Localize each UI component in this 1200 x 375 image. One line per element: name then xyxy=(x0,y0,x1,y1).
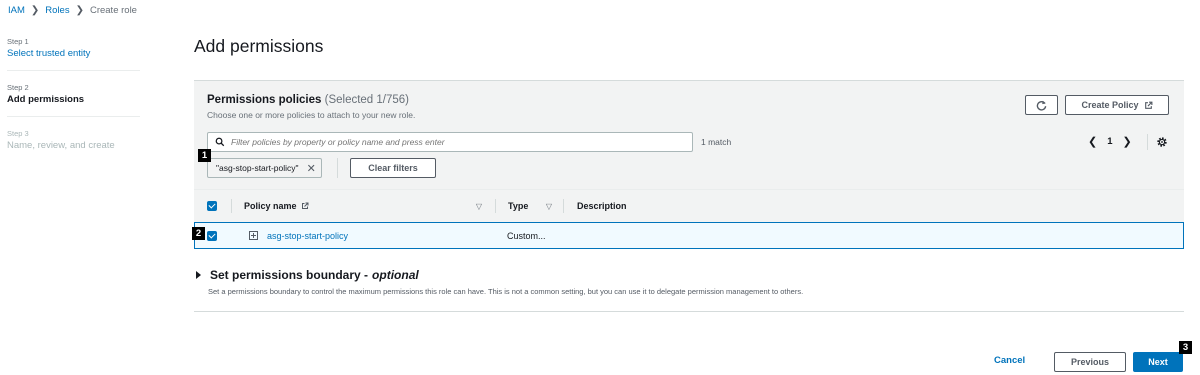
step-2: Step 2 Add permissions xyxy=(7,83,140,105)
annotation-marker-2: 2 xyxy=(192,227,205,240)
column-header-description: Description xyxy=(577,190,627,222)
page-title: Add permissions xyxy=(194,36,324,56)
step-divider xyxy=(7,116,140,117)
column-divider xyxy=(231,199,232,213)
sort-caret-icon[interactable]: ▽ xyxy=(476,202,482,211)
permissions-boundary-toggle[interactable]: Set permissions boundary - optional xyxy=(194,268,1184,282)
step-number: Step 3 xyxy=(7,129,29,138)
policy-search-box xyxy=(207,132,693,152)
panel-description: Choose one or more policies to attach to… xyxy=(207,110,416,120)
breadcrumb-current: Create role xyxy=(89,5,137,16)
column-divider xyxy=(563,199,564,213)
page-number[interactable]: 1 xyxy=(1107,136,1112,147)
previous-page-icon[interactable]: ❮ xyxy=(1088,135,1097,148)
panel-title-text: Permissions policies xyxy=(207,94,322,106)
clear-filters-button[interactable]: Clear filters xyxy=(350,158,436,178)
pager-divider xyxy=(1147,134,1148,150)
step-current-add-permissions: Add permissions xyxy=(7,94,85,105)
column-divider xyxy=(495,199,496,213)
close-icon[interactable]: ✕ xyxy=(307,162,316,175)
table-row[interactable]: asg-stop-start-policy Custom... xyxy=(194,222,1184,249)
previous-button[interactable]: Previous xyxy=(1054,352,1126,372)
section-divider xyxy=(194,311,1184,312)
boundary-optional-label: optional xyxy=(372,268,419,282)
chevron-right-icon: ❯ xyxy=(75,5,84,16)
annotation-marker-1: 1 xyxy=(198,149,211,162)
match-count: 1 match xyxy=(701,137,732,147)
expand-icon[interactable] xyxy=(249,231,258,240)
annotation-marker-3: 3 xyxy=(1179,341,1192,354)
policy-name-cell: asg-stop-start-policy xyxy=(249,223,348,248)
breadcrumb-roles[interactable]: Roles xyxy=(45,5,69,16)
filter-token: "asg-stop-start-policy" ✕ xyxy=(207,158,322,178)
next-button[interactable]: Next xyxy=(1133,352,1183,372)
step-divider xyxy=(7,70,140,71)
permissions-boundary-section: Set permissions boundary - optional Set … xyxy=(194,268,1184,296)
table-header: Policy name ▽ Type ▽ Description xyxy=(194,189,1184,221)
refresh-button[interactable] xyxy=(1025,95,1058,115)
policy-name-header-label: Policy name xyxy=(244,201,297,211)
external-link-icon xyxy=(301,202,309,209)
sort-caret-icon[interactable]: ▽ xyxy=(546,202,552,211)
step-number: Step 1 xyxy=(7,37,29,46)
policy-type-cell: Custom... xyxy=(507,230,546,241)
gear-icon[interactable] xyxy=(1156,136,1168,148)
column-header-type[interactable]: Type ▽ xyxy=(508,190,552,222)
wizard-steps: Step 1 Select trusted entity Step 2 Add … xyxy=(7,37,140,151)
next-page-icon[interactable]: ❯ xyxy=(1123,135,1132,148)
filter-token-label: "asg-stop-start-policy" xyxy=(216,163,299,173)
row-select-cell xyxy=(207,223,217,248)
step-link-select-trusted-entity[interactable]: Select trusted entity xyxy=(7,48,140,59)
step-name-review-create: Name, review, and create xyxy=(7,140,115,151)
type-header-label: Type xyxy=(508,201,529,211)
breadcrumb-iam[interactable]: IAM xyxy=(8,5,25,16)
select-all-checkbox[interactable] xyxy=(207,201,217,211)
create-policy-button[interactable]: Create Policy xyxy=(1065,95,1169,115)
search-icon xyxy=(215,137,225,147)
policy-search-input[interactable] xyxy=(231,137,671,147)
pagination: ❮ 1 ❯ xyxy=(1088,135,1132,148)
policy-name-link[interactable]: asg-stop-start-policy xyxy=(267,231,348,241)
cancel-button[interactable]: Cancel xyxy=(994,355,1025,366)
create-policy-label: Create Policy xyxy=(1081,100,1139,110)
row-checkbox[interactable] xyxy=(207,230,217,241)
column-header-policy-name[interactable]: Policy name ▽ xyxy=(244,190,482,222)
selected-count: (Selected 1/756) xyxy=(324,94,410,106)
refresh-icon xyxy=(1036,100,1047,111)
filter-divider xyxy=(337,158,338,178)
external-link-icon xyxy=(1144,101,1152,109)
select-all-cell xyxy=(207,190,217,222)
chevron-right-icon: ❯ xyxy=(30,5,40,16)
description-header-label: Description xyxy=(577,201,627,211)
caret-right-icon xyxy=(196,271,201,279)
step-number: Step 2 xyxy=(7,83,29,92)
boundary-title: Set permissions boundary - xyxy=(210,268,369,282)
permissions-policies-panel: Permissions policies (Selected 1/756) Ch… xyxy=(194,80,1184,249)
step-1: Step 1 Select trusted entity xyxy=(7,37,140,59)
breadcrumb: IAM ❯ Roles ❯ Create role xyxy=(8,5,137,16)
panel-title: Permissions policies (Selected 1/756) xyxy=(207,94,409,106)
step-3: Step 3 Name, review, and create xyxy=(7,129,140,151)
boundary-description: Set a permissions boundary to control th… xyxy=(208,287,804,296)
